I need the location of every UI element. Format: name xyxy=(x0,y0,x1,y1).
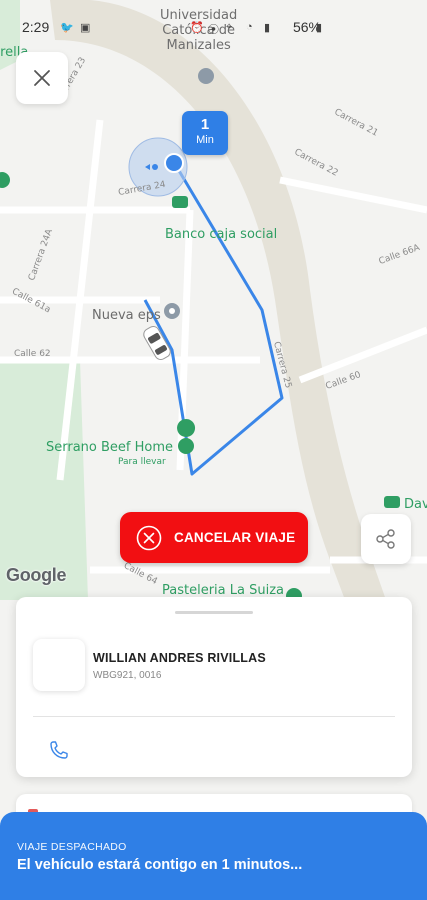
eta-badge: 1 Min xyxy=(182,111,228,155)
trip-status-banner: VIAJE DESPACHADO El vehículo estará cont… xyxy=(0,812,427,900)
poi-pin-eps xyxy=(164,303,180,319)
twitter-icon: 🐦 xyxy=(60,22,74,34)
poi-label-bank: Banco caja social xyxy=(165,227,278,242)
status-time: 2:29 xyxy=(22,19,50,35)
park-area xyxy=(0,360,88,600)
card-divider xyxy=(33,716,395,717)
close-button[interactable] xyxy=(16,52,68,104)
cancel-trip-label: CANCELAR VIAJE xyxy=(174,530,296,545)
vehicle-info: WBG921, 0016 xyxy=(93,670,162,681)
wifi-icon: ◔ xyxy=(246,21,253,33)
nfc-icon: ⦿ xyxy=(208,24,219,36)
driver-name: WILLIAN ANDRES RIVILLAS xyxy=(93,651,266,665)
trip-status-caption: VIAJE DESPACHADO xyxy=(17,841,127,853)
poi-pin-right xyxy=(384,496,400,508)
close-icon xyxy=(34,70,50,86)
poi-label-bakery: Pasteleria La Suiza xyxy=(162,583,284,598)
eta-unit: Min xyxy=(196,134,214,146)
alarm-icon: ⏰ xyxy=(190,22,204,34)
destination-dot xyxy=(164,153,184,173)
eta-value: 1 xyxy=(200,116,210,133)
phone-icon[interactable] xyxy=(48,739,70,761)
image-icon: ▣ xyxy=(80,22,91,34)
google-attribution: Google xyxy=(6,565,67,585)
battery-icon: ▮ xyxy=(316,22,323,34)
driver-avatar xyxy=(33,639,85,691)
poi-label-restaurant: Serrano Beef Home xyxy=(46,440,174,455)
poi-label-right: Dav xyxy=(404,497,427,512)
poi-label-eps: Nueva eps xyxy=(92,308,161,323)
poi-pin-campus xyxy=(198,68,214,84)
trip-status-message: El vehículo estará contigo en 1 minutos.… xyxy=(17,857,303,873)
poi-pin-bank xyxy=(172,196,188,208)
share-button[interactable] xyxy=(361,514,411,564)
poi-label-restaurant-sub: Para llevar xyxy=(118,457,166,467)
cancel-trip-button[interactable]: CANCELAR VIAJE xyxy=(120,512,308,563)
street-calle-62: Calle 62 xyxy=(14,349,51,359)
drag-handle[interactable] xyxy=(175,611,253,614)
share-icon xyxy=(376,529,395,549)
status-bar: 2:29 🐦 ▣ ⏰ ⦿ ⌖ ◔ ▮ 56% ▮ xyxy=(0,14,427,38)
cancel-icon xyxy=(136,525,162,550)
signal-icon: ▮ xyxy=(264,22,271,34)
driver-card[interactable]: WILLIAN ANDRES RIVILLAS WBG921, 0016 xyxy=(16,597,412,777)
location-icon: ⌖ xyxy=(226,21,233,33)
